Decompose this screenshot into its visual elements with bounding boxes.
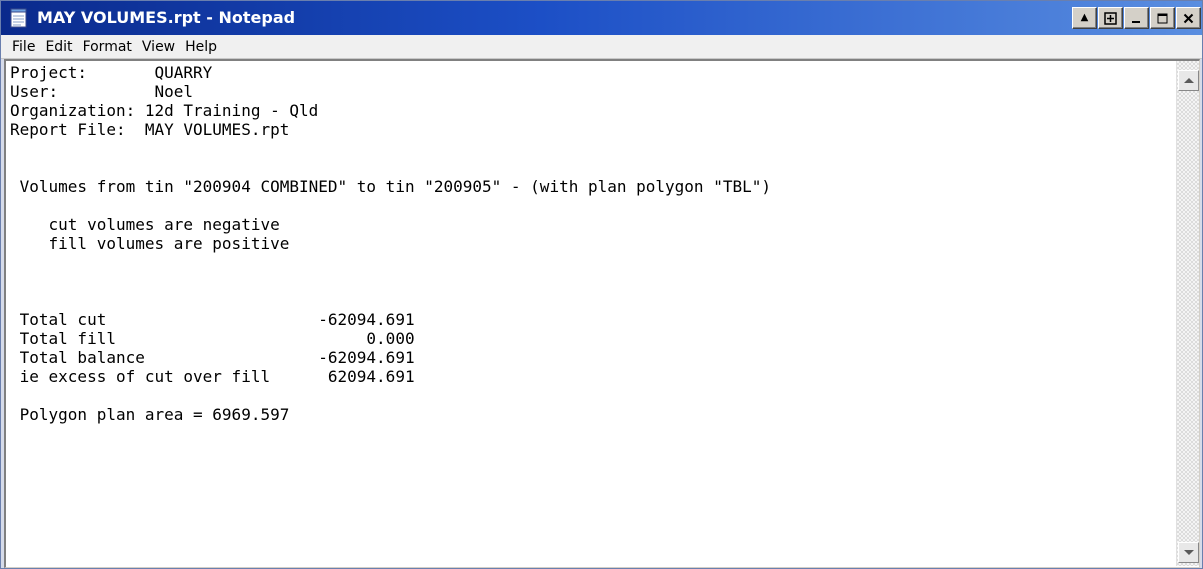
minimize-icon	[1132, 20, 1140, 23]
menu-format[interactable]: Format	[79, 39, 138, 55]
scroll-up-button[interactable]	[1178, 70, 1199, 91]
pin-button[interactable]	[1098, 7, 1123, 29]
text-editor[interactable]: Project: QUARRY User: Noel Organization:…	[4, 59, 1200, 568]
arrow-up-icon	[1183, 78, 1194, 83]
arrow-down-icon	[1183, 550, 1194, 555]
menu-file[interactable]: File	[8, 39, 41, 55]
title-bar[interactable]: MAY VOLUMES.rpt - Notepad ▲	[1, 1, 1202, 35]
maximize-button[interactable]	[1150, 7, 1175, 29]
menu-edit[interactable]: Edit	[41, 39, 78, 55]
close-button[interactable]	[1176, 7, 1201, 29]
maximize-icon	[1157, 13, 1168, 23]
notepad-icon	[10, 8, 27, 28]
extra-title-buttons: ▲	[1072, 7, 1123, 29]
roll-up-button[interactable]: ▲	[1072, 7, 1097, 29]
close-icon	[1183, 13, 1194, 23]
window-title: MAY VOLUMES.rpt - Notepad	[37, 8, 296, 27]
document-text[interactable]: Project: QUARRY User: Noel Organization:…	[10, 63, 1170, 563]
menu-help[interactable]: Help	[181, 39, 223, 55]
menu-bar: File Edit Format View Help	[1, 35, 1202, 59]
vertical-scrollbar[interactable]	[1176, 61, 1199, 566]
scroll-down-button[interactable]	[1178, 542, 1199, 563]
notepad-window: MAY VOLUMES.rpt - Notepad ▲ File Edit Fo…	[0, 0, 1203, 569]
pin-icon	[1104, 11, 1117, 25]
minimize-button[interactable]	[1124, 7, 1149, 29]
menu-view[interactable]: View	[138, 39, 181, 55]
arrow-up-icon: ▲	[1080, 12, 1089, 23]
window-controls	[1124, 7, 1201, 29]
